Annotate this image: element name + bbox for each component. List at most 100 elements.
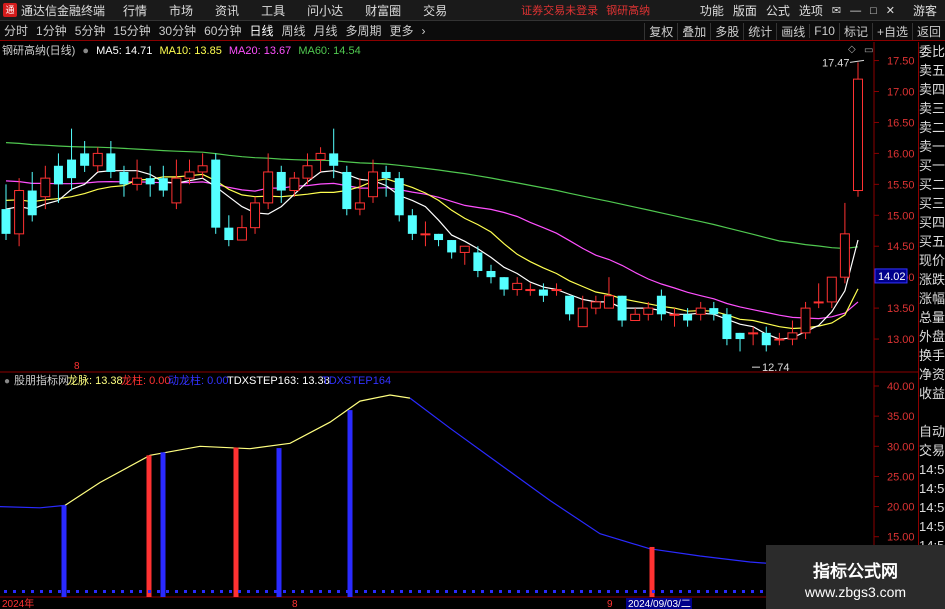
candle-down [80,153,90,166]
price-tick-label: 13.00 [887,334,915,346]
watermark-url: www.zbgs3.com [804,584,907,600]
indicator-dot [445,590,448,593]
candle-up [643,307,654,315]
side-panel-item: 卖二 [919,120,945,135]
candle-down [53,165,63,185]
indicator-dot [58,590,61,593]
candle-down [473,252,483,271]
indicator-dot [247,590,250,593]
candle-down [617,295,627,321]
ind-tick-label: 30.00 [887,441,915,453]
indicator-dot [634,590,637,593]
indicator-dot [670,590,673,593]
candle-up [787,332,798,340]
candle-down [342,171,352,210]
side-panel-item: 换手 [919,348,945,363]
candle-down [276,171,286,191]
indicator-dot [238,590,241,593]
price-tick-label: 16.00 [887,148,915,160]
indicator-bar [233,447,239,597]
candle-up [184,171,195,179]
indicator-dot [85,590,88,593]
candle-down [447,240,457,253]
indicator-dot [40,590,43,593]
date-cursor-label: 2024/09/03/二 [628,599,691,609]
candle-down [761,332,771,346]
indicator-dot [94,590,97,593]
side-panel-item: 14:56 [919,500,945,515]
candle-up [630,313,641,321]
indicator-dot [589,590,592,593]
indicator-label-4: TDXSTEP163: 13.38 [227,375,330,387]
indicator-dot [103,590,106,593]
indicator-dot [373,590,376,593]
low-annotation: 12.74 [762,362,790,374]
candle-up [250,202,261,229]
side-panel-item: 涨跌 [919,272,945,287]
candle-up [551,289,562,292]
candle-up [748,332,759,335]
indicator-dot [112,590,115,593]
candle-up [420,233,431,236]
kline-chart[interactable]: 17.5017.0016.5016.0015.5015.0014.5014.00… [0,0,918,609]
side-panel-item [919,403,945,422]
indicator-dot [346,590,349,593]
candle-up [289,177,300,192]
indicator-dot [67,590,70,593]
indicator-dot [382,590,385,593]
date-label: 8 [292,599,298,609]
indicator-label-5: TDXSTEP164 [322,375,391,387]
side-panel-item: 卖四 [919,82,945,97]
candle-up [800,307,811,334]
indicator-dot [715,590,718,593]
indicator-dot [22,590,25,593]
side-panel-item: 净资 [919,367,945,382]
candle-down [211,159,221,228]
indicator-bar [347,410,353,597]
side-panel-item: 委比 [919,44,945,59]
indicator-dot [184,590,187,593]
candle-up [40,177,51,198]
candle-down [486,270,496,278]
candle-down [735,332,745,340]
date-label: 2024年 [2,597,34,609]
candle-down [538,289,548,296]
candle-down [145,178,155,185]
indicator-bar [276,448,282,597]
indicator-dot [580,590,583,593]
price-tick-label: 16.50 [887,117,915,129]
candle-up [813,301,824,304]
indicator-dot [697,590,700,593]
price-tick-label: 15.00 [887,210,915,222]
indicator-dot [229,590,232,593]
indicator-bar [649,546,655,597]
indicator-dot [463,590,466,593]
side-panel-item: 14:56 [919,462,945,477]
indicator-bar [146,455,152,597]
candle-up [839,233,850,278]
candle-down [499,277,509,290]
indicator-dot [625,590,628,593]
indicator-dot [166,590,169,593]
candle-up [826,276,837,303]
candle-down [381,171,391,179]
high-arrow [849,59,865,63]
candle-up [315,152,326,161]
price-tick-label: 15.50 [887,179,915,191]
candle-up [525,289,536,292]
indicator-dot [598,590,601,593]
ma20-line [5,180,859,320]
indicator-dot [265,590,268,593]
ind-tick-label: 15.00 [887,532,915,544]
indicator-dot [400,590,403,593]
side-panel-item: 14:56 [919,519,945,534]
price-tick-label: 17.00 [887,87,915,99]
candle-down [683,314,693,321]
candle-down [329,153,339,166]
indicator-dot [256,590,259,593]
indicator-dot [391,590,394,593]
side-panel-item: 现价 [919,253,945,268]
side-panel-item: 买三 [919,196,945,211]
indicator-label-0: 股朋指标网 [14,373,69,387]
marker-label: 8 [74,361,80,372]
